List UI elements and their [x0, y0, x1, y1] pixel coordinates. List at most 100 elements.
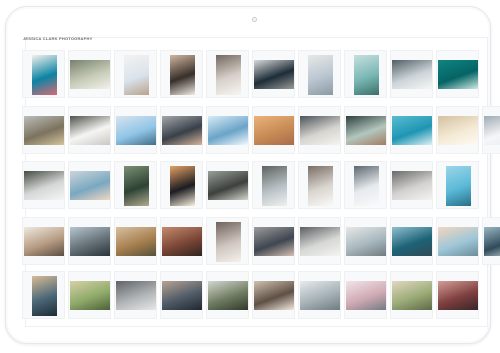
- photo-grid: [22, 50, 500, 319]
- photo-thumbnail: [300, 116, 340, 145]
- photo-thumbnail: [208, 281, 248, 310]
- photo-thumbnail: [392, 281, 432, 310]
- photo-thumbnail: [438, 116, 478, 145]
- photo-thumbnail: [208, 116, 248, 145]
- photo-thumbnail: [70, 227, 110, 256]
- gallery-photo[interactable]: [344, 271, 387, 319]
- photo-thumbnail: [170, 166, 195, 206]
- gallery-photo[interactable]: [160, 106, 203, 154]
- gallery-photo[interactable]: [390, 271, 433, 319]
- photo-thumbnail: [162, 116, 202, 145]
- gallery-photo[interactable]: [436, 50, 479, 98]
- gallery-photo[interactable]: [390, 50, 433, 98]
- gallery-photo[interactable]: [160, 161, 203, 209]
- gallery-photo[interactable]: [22, 50, 65, 98]
- photo-thumbnail: [216, 55, 241, 95]
- gallery-photo[interactable]: [68, 106, 111, 154]
- photo-thumbnail: [124, 166, 149, 206]
- photo-thumbnail: [24, 116, 64, 145]
- gallery-photo[interactable]: [22, 271, 65, 319]
- photo-thumbnail: [70, 60, 110, 89]
- photo-thumbnail: [124, 55, 149, 95]
- gallery-photo[interactable]: [206, 161, 249, 209]
- photo-thumbnail: [300, 227, 340, 256]
- gallery-photo[interactable]: [22, 217, 65, 265]
- gallery-photo[interactable]: [252, 106, 295, 154]
- gallery-photo[interactable]: [252, 271, 295, 319]
- photo-thumbnail: [32, 55, 57, 95]
- gallery-photo[interactable]: [390, 217, 433, 265]
- gallery-photo[interactable]: [252, 217, 295, 265]
- gallery-photo[interactable]: [482, 217, 500, 265]
- gallery-photo[interactable]: [206, 106, 249, 154]
- gallery-photo[interactable]: [298, 106, 341, 154]
- photo-thumbnail: [70, 281, 110, 310]
- gallery-photo[interactable]: [22, 106, 65, 154]
- gallery-photo[interactable]: [68, 271, 111, 319]
- photo-thumbnail: [254, 227, 294, 256]
- gallery-photo[interactable]: [344, 217, 387, 265]
- gallery-photo[interactable]: [252, 161, 295, 209]
- gallery-photo[interactable]: [160, 271, 203, 319]
- gallery-photo[interactable]: [114, 106, 157, 154]
- photo-thumbnail: [254, 60, 294, 89]
- gallery-photo[interactable]: [114, 217, 157, 265]
- photo-thumbnail: [300, 281, 340, 310]
- photo-thumbnail: [438, 227, 478, 256]
- photo-thumbnail: [32, 276, 57, 316]
- photo-thumbnail: [170, 55, 195, 95]
- gallery-photo[interactable]: [114, 271, 157, 319]
- photo-thumbnail: [208, 171, 248, 200]
- photo-thumbnail: [392, 60, 432, 89]
- gallery-photo[interactable]: [298, 271, 341, 319]
- gallery-photo[interactable]: [298, 161, 341, 209]
- photo-thumbnail: [162, 281, 202, 310]
- photo-thumbnail: [116, 281, 156, 310]
- gallery-photo[interactable]: [436, 161, 479, 209]
- photo-thumbnail: [354, 166, 379, 206]
- gallery-photo[interactable]: [68, 50, 111, 98]
- photo-thumbnail: [354, 55, 379, 95]
- photo-thumbnail: [438, 281, 478, 310]
- photo-thumbnail: [392, 116, 432, 145]
- gallery-photo[interactable]: [390, 106, 433, 154]
- photo-thumbnail: [484, 227, 500, 256]
- gallery-photo[interactable]: [160, 50, 203, 98]
- gallery-photo[interactable]: [114, 50, 157, 98]
- gallery-photo[interactable]: [436, 217, 479, 265]
- gallery-photo[interactable]: [298, 217, 341, 265]
- gallery-photo[interactable]: [436, 106, 479, 154]
- photo-thumbnail: [484, 116, 500, 145]
- gallery-photo[interactable]: [344, 106, 387, 154]
- gallery-photo[interactable]: [436, 271, 479, 319]
- photo-thumbnail: [162, 227, 202, 256]
- photo-thumbnail: [70, 171, 110, 200]
- photo-thumbnail: [116, 116, 156, 145]
- gallery-photo[interactable]: [114, 161, 157, 209]
- gallery-photo[interactable]: [252, 50, 295, 98]
- photo-thumbnail: [24, 227, 64, 256]
- photo-thumbnail: [308, 55, 333, 95]
- gallery-photo[interactable]: [390, 161, 433, 209]
- photo-thumbnail: [262, 166, 287, 206]
- photo-thumbnail: [438, 60, 478, 89]
- gallery-photo[interactable]: [206, 50, 249, 98]
- gallery-photo[interactable]: [22, 161, 65, 209]
- photo-thumbnail: [346, 227, 386, 256]
- photo-thumbnail: [392, 171, 432, 200]
- gallery-photo[interactable]: [344, 161, 387, 209]
- photo-thumbnail: [346, 281, 386, 310]
- photo-thumbnail: [116, 227, 156, 256]
- gallery-photo[interactable]: [298, 50, 341, 98]
- gallery-photo[interactable]: [206, 271, 249, 319]
- gallery-photo[interactable]: [482, 106, 500, 154]
- photo-thumbnail: [24, 171, 64, 200]
- gallery-photo[interactable]: [206, 217, 249, 265]
- gallery-photo[interactable]: [160, 217, 203, 265]
- gallery-photo[interactable]: [68, 217, 111, 265]
- gallery-photo[interactable]: [344, 50, 387, 98]
- gallery-photo[interactable]: [68, 161, 111, 209]
- photo-thumbnail: [216, 222, 241, 262]
- photo-thumbnail: [346, 116, 386, 145]
- photo-thumbnail: [70, 116, 110, 145]
